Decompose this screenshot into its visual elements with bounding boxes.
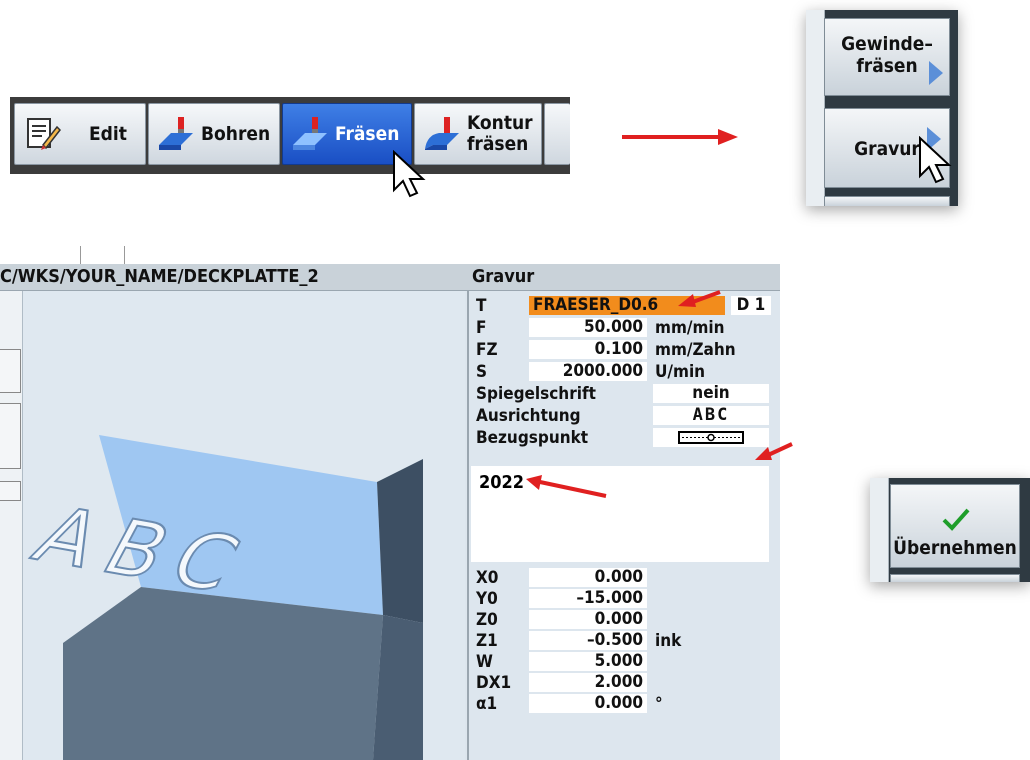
softkey-scroll-strip[interactable] xyxy=(806,10,825,206)
edit-button[interactable]: Edit xyxy=(14,103,146,165)
fz-unit: mm/Zahn xyxy=(655,340,736,360)
param-row-alpha1: α1 0.000 ° xyxy=(469,694,780,715)
alpha1-field[interactable]: 0.000 xyxy=(529,694,647,713)
thread-mill-label-line1: Gewinde– xyxy=(841,33,933,55)
annotation-arrow-tool xyxy=(678,290,721,307)
alpha1-label: α1 xyxy=(476,694,498,714)
accept-label: Übernehmen xyxy=(893,537,1017,559)
engrave-text-input[interactable]: 2022 xyxy=(471,466,769,562)
contour-mill-icon xyxy=(425,117,459,150)
engrave-label: Gravur xyxy=(854,138,920,160)
contour-mill-label-line1: Kontur xyxy=(467,112,533,134)
annotation-arrow-reference xyxy=(755,442,793,460)
param-row-alignment: Ausrichtung ABC xyxy=(469,406,780,426)
param-row-y0: Y0 –15.000 xyxy=(469,589,780,609)
parameter-panel: T FRAESER_D0.6 D 1 F 50.000 mm/min FZ 0.… xyxy=(467,291,780,760)
y0-field[interactable]: –15.000 xyxy=(529,589,647,608)
mouse-cursor-icon-2 xyxy=(919,136,952,184)
mill-icon xyxy=(293,117,327,150)
mill-label: Fräsen xyxy=(335,122,400,145)
speed-label: S xyxy=(476,362,488,382)
w-label: W xyxy=(476,652,493,672)
param-row-feed: F 50.000 mm/min xyxy=(469,318,780,339)
strip-icon-2[interactable] xyxy=(0,403,21,469)
graphic-viewport: ABC xyxy=(19,291,465,760)
toolbar-next-button[interactable] xyxy=(544,103,570,165)
confirm-softkey-panel: Übernehmen xyxy=(870,478,1030,582)
annotation-arrow-right xyxy=(622,129,738,145)
thread-mill-button[interactable]: Gewinde– fräsen xyxy=(824,18,950,96)
dx1-field[interactable]: 2.000 xyxy=(529,673,647,692)
annotation-arrow-text xyxy=(526,475,607,498)
mirror-label: Spiegelschrift xyxy=(476,384,596,404)
speed-field[interactable]: 2000.000 xyxy=(529,362,647,381)
reference-label: Bezugspunkt xyxy=(476,428,589,448)
cycle-title: Gravur xyxy=(472,266,535,287)
speed-unit: U/min xyxy=(655,362,706,382)
param-row-dx1: DX1 2.000 xyxy=(469,673,780,693)
dx1-label: DX1 xyxy=(476,673,512,693)
alignment-toggle[interactable]: ABC xyxy=(653,406,769,425)
header-bar: C/WKS/YOUR_NAME/DECKPLATTE_2 Gravur xyxy=(0,264,780,291)
param-row-x0: X0 0.000 xyxy=(469,568,780,588)
z0-field[interactable]: 0.000 xyxy=(529,610,647,629)
alignment-label: Ausrichtung xyxy=(476,406,581,426)
fz-label: FZ xyxy=(476,340,498,360)
edit-icon xyxy=(27,118,61,150)
cnc-screen: C/WKS/YOUR_NAME/DECKPLATTE_2 Gravur ABC … xyxy=(0,246,780,760)
param-row-tool: T FRAESER_D0.6 D 1 xyxy=(469,296,780,316)
mirror-toggle[interactable]: nein xyxy=(653,384,769,403)
strip-icon-3[interactable] xyxy=(0,481,21,501)
contour-mill-label: Kontur fräsen xyxy=(467,113,533,155)
workpiece-front-face xyxy=(63,587,383,760)
contour-mill-button[interactable]: Kontur fräsen xyxy=(414,103,542,165)
program-path: C/WKS/YOUR_NAME/DECKPLATTE_2 xyxy=(0,266,319,287)
thread-mill-label-line2: fräsen xyxy=(856,55,918,77)
tool-label: T xyxy=(476,296,487,316)
contour-mill-label-line2: fräsen xyxy=(467,133,529,155)
softkey-next[interactable] xyxy=(824,196,950,206)
param-row-mirror: Spiegelschrift nein xyxy=(469,384,780,404)
y0-label: Y0 xyxy=(476,589,498,609)
fz-field[interactable]: 0.100 xyxy=(529,340,647,359)
drill-label: Bohren xyxy=(201,122,271,145)
x0-field[interactable]: 0.000 xyxy=(529,568,647,587)
z1-label: Z1 xyxy=(476,631,498,651)
z0-label: Z0 xyxy=(476,610,498,630)
confirm-next[interactable] xyxy=(890,574,1020,582)
z1-unit: ink xyxy=(655,631,682,651)
reference-point-toggle[interactable] xyxy=(653,428,769,447)
feed-unit: mm/min xyxy=(655,318,725,338)
mouse-cursor-icon xyxy=(393,150,426,198)
w-field[interactable]: 5.000 xyxy=(529,652,647,671)
param-row-z0: Z0 0.000 xyxy=(469,610,780,630)
feed-field[interactable]: 50.000 xyxy=(529,318,647,337)
strip-icon-1[interactable] xyxy=(0,349,21,393)
param-row-reference: Bezugspunkt xyxy=(469,428,780,448)
param-row-z1: Z1 –0.500 ink xyxy=(469,631,780,652)
alpha1-unit: ° xyxy=(655,694,663,714)
workpiece-3d: ABC xyxy=(19,435,423,760)
accept-button[interactable]: Übernehmen xyxy=(890,484,1020,568)
checkmark-icon xyxy=(942,508,970,531)
left-icon-strip xyxy=(0,291,22,760)
param-row-fz: FZ 0.100 mm/Zahn xyxy=(469,340,780,361)
edit-label: Edit xyxy=(89,122,127,145)
z1-field[interactable]: –0.500 xyxy=(529,631,647,650)
drill-icon xyxy=(159,117,193,150)
param-row-speed: S 2000.000 U/min xyxy=(469,362,780,383)
thread-mill-expand-icon xyxy=(929,61,943,85)
param-row-w: W 5.000 xyxy=(469,652,780,672)
workpiece-right-face xyxy=(377,459,423,623)
confirm-scroll-strip[interactable] xyxy=(870,478,889,582)
drill-button[interactable]: Bohren xyxy=(148,103,280,165)
x0-label: X0 xyxy=(476,568,499,588)
reference-point-icon xyxy=(678,431,744,444)
feed-label: F xyxy=(476,318,487,338)
toolbar: Edit Bohren Fräsen Kontur fräsen xyxy=(10,97,570,174)
tool-d-field[interactable]: D 1 xyxy=(731,296,771,315)
